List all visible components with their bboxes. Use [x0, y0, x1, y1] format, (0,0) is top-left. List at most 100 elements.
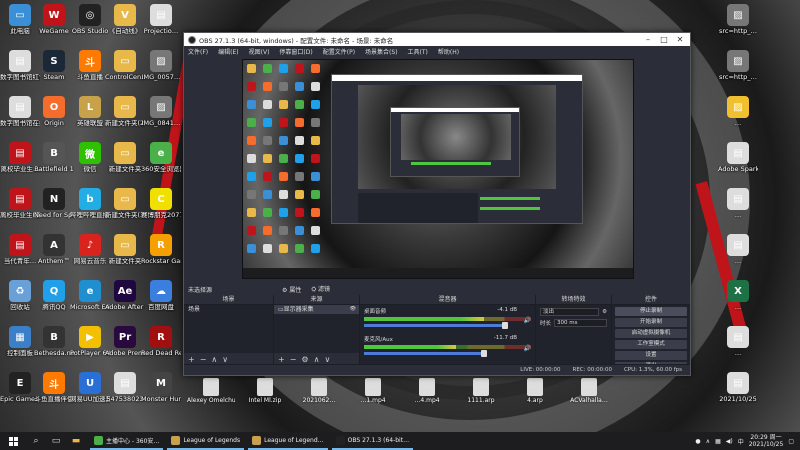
duration-input[interactable]: 300 ms [554, 319, 607, 327]
add-icon[interactable]: + [188, 355, 195, 364]
menu-item[interactable]: 配置文件(P) [323, 47, 355, 56]
slider-handle[interactable] [502, 322, 509, 329]
gear-icon[interactable]: ⚙ [301, 355, 308, 364]
transition-select[interactable]: 淡出 [540, 308, 600, 316]
desktop-shortcut[interactable]: C 赛博朋克2077 [141, 186, 181, 232]
visibility-icon[interactable]: 👁 [350, 305, 356, 314]
obs-title-bar[interactable]: OBS 27.1.3 (64-bit, windows) - 配置文件: 未命名… [184, 33, 690, 46]
desktop-shortcut[interactable]: ▨ IMG_0057… [141, 48, 181, 94]
desktop-shortcut[interactable]: ▨ IMG_0841… [141, 94, 181, 140]
desktop-shortcut[interactable]: M Monster Hunter… [141, 370, 181, 416]
network-icon[interactable]: ▦ [715, 438, 721, 445]
desktop-shortcut[interactable]: B Bethesda.net Launcher [34, 324, 74, 370]
desktop-shortcut[interactable]: e Microsoft Edge [70, 278, 110, 324]
desktop-shortcut[interactable]: X… [718, 278, 758, 324]
move-down-icon[interactable]: ∨ [324, 355, 330, 364]
desktop-shortcut[interactable]: ▤ 2021/10/25 [718, 370, 758, 416]
preview-canvas[interactable] [242, 59, 634, 279]
desktop-shortcut[interactable]: 斗斗鱼直播伴侣 [34, 370, 74, 416]
desktop-shortcut[interactable]: e 360安全浏览器 [141, 140, 181, 186]
speaker-icon[interactable]: 🔊 [524, 345, 531, 352]
menu-item[interactable]: 停靠窗口(D) [279, 47, 312, 56]
desktop-shortcut[interactable]: 2021062… [295, 378, 343, 418]
minimize-icon[interactable]: – [640, 33, 656, 46]
desktop-shortcut[interactable]: 1111.arp [457, 378, 505, 418]
desktop-shortcut[interactable]: O Origin [34, 94, 74, 140]
move-up-icon[interactable]: ∧ [314, 355, 320, 364]
desktop-shortcut[interactable]: …1.mp4 [349, 378, 397, 418]
desktop-shortcut[interactable]: ◎ OBS Studio [70, 2, 110, 48]
volume-slider[interactable] [364, 322, 509, 329]
control-button[interactable]: 开始录制 [615, 318, 687, 327]
taskbar-app[interactable]: OBS 27.1.3 (64-bit… [331, 432, 414, 450]
desktop-shortcut[interactable]: ▨ src=http_… [718, 2, 758, 48]
menu-item[interactable]: 视图(V) [249, 47, 270, 56]
taskbar-app[interactable]: League of Legend… [248, 432, 328, 450]
desktop-shortcut[interactable]: ▶ PotPlayer 64 bit [70, 324, 110, 370]
menu-item[interactable]: 文件(F) [188, 47, 208, 56]
desktop-shortcut[interactable]: Alexey Omelchuk… [187, 378, 235, 418]
remove-icon[interactable]: − [200, 355, 207, 364]
desktop-shortcut[interactable]: R Red Dead Redempti… [141, 324, 181, 370]
desktop-shortcut[interactable]: ▤… [718, 324, 758, 370]
taskbar-app[interactable]: 主播中心 - 360安… [90, 432, 164, 450]
move-up-icon[interactable]: ∧ [211, 355, 217, 364]
desktop-shortcut[interactable]: ♪ 网易云音乐 [70, 232, 110, 278]
source-item[interactable]: ▭ 显示器采集 👁 [274, 305, 359, 314]
desktop-shortcut[interactable]: b 哔哩哔哩直播姬 [70, 186, 110, 232]
desktop-shortcut[interactable]: ▤ Projectio… [141, 2, 181, 48]
desktop-shortcut[interactable]: S Steam [34, 48, 74, 94]
volume-icon[interactable]: ◀) [726, 438, 733, 445]
desktop-shortcut[interactable]: U 网易UU加速器 [70, 370, 110, 416]
desktop-shortcut[interactable]: W WeGame [34, 2, 74, 48]
filters-button[interactable]: ⛭ 滤镜 [311, 284, 330, 294]
notification-icon[interactable]: ▢ [788, 438, 794, 445]
github-icon[interactable]: ● [695, 438, 700, 445]
desktop-shortcut[interactable]: ▭ ControlCen… [105, 48, 145, 94]
scene-item[interactable]: 场景 [184, 305, 273, 314]
desktop-shortcut[interactable]: L 英雄联盟 [70, 94, 110, 140]
desktop-shortcut[interactable]: ▤… [718, 232, 758, 278]
desktop-shortcut[interactable]: 斗斗鱼直播 [70, 48, 110, 94]
close-icon[interactable]: ✕ [672, 33, 688, 46]
desktop-shortcut[interactable]: ▭ 新建文件夹 [105, 140, 145, 186]
add-icon[interactable]: + [278, 355, 285, 364]
obs-window[interactable]: OBS 27.1.3 (64-bit, windows) - 配置文件: 未命名… [183, 32, 691, 376]
desktop-shortcut[interactable]: ▤… [718, 186, 758, 232]
taskbar-app[interactable]: League of Legends [167, 432, 245, 450]
desktop-shortcut[interactable]: ▤ Adobe Sparky [718, 140, 758, 186]
desktop-shortcut[interactable]: Ae Adobe After Effects 20… [105, 278, 145, 324]
gear-icon[interactable]: ⚙ [602, 309, 607, 315]
desktop-shortcut[interactable]: …4.mp4 [403, 378, 451, 418]
slider-handle[interactable] [480, 350, 487, 357]
desktop-shortcut[interactable]: Pr Adobe Premiere P… [105, 324, 145, 370]
desktop-shortcut[interactable]: ▤ 547538023 [105, 370, 145, 416]
desktop-shortcut[interactable]: ▭ 新建文件夹(3) [105, 186, 145, 232]
desktop-shortcut[interactable]: Intel Ml.zip [241, 378, 289, 418]
clock[interactable]: 20:29 周一 2021/10/25 [749, 434, 784, 448]
properties-button[interactable]: ⚙ 属性 [282, 285, 301, 294]
desktop-shortcut[interactable]: 微微信 [70, 140, 110, 186]
desktop-shortcut[interactable]: B Battlefield 1 [34, 140, 74, 186]
file-explorer-icon[interactable]: ▬ [66, 432, 86, 450]
menu-item[interactable]: 场景集合(S) [365, 47, 398, 56]
input-language[interactable]: 中 [738, 437, 744, 446]
control-button[interactable]: 停止录制 [615, 307, 687, 316]
volume-slider[interactable] [364, 350, 487, 357]
control-button[interactable]: 工作室模式 [615, 340, 687, 349]
desktop-shortcut[interactable]: R Rockstar Games… [141, 232, 181, 278]
desktop-shortcut[interactable]: N Need for Speed™ [34, 186, 74, 232]
desktop-shortcut[interactable]: ▨… [718, 94, 758, 140]
search-icon[interactable]: ⌕ [26, 432, 46, 450]
desktop-shortcut[interactable]: A Anthem™ [34, 232, 74, 278]
speaker-icon[interactable]: 🔊 [524, 317, 531, 324]
desktop-shortcut[interactable]: ▭ 新建文件夹(2) [105, 94, 145, 140]
desktop-shortcut[interactable]: ▨ src=http_… [718, 48, 758, 94]
desktop-shortcut[interactable]: V 《自动线》 [105, 2, 145, 48]
move-down-icon[interactable]: ∨ [222, 355, 228, 364]
control-button[interactable]: 设置 [615, 351, 687, 360]
remove-icon[interactable]: − [290, 355, 297, 364]
desktop-shortcut[interactable]: ☁ 百度网盘 [141, 278, 181, 324]
desktop-shortcut[interactable]: ▭ 新建文件夹 [105, 232, 145, 278]
desktop-shortcut[interactable]: Q 腾讯QQ [34, 278, 74, 324]
